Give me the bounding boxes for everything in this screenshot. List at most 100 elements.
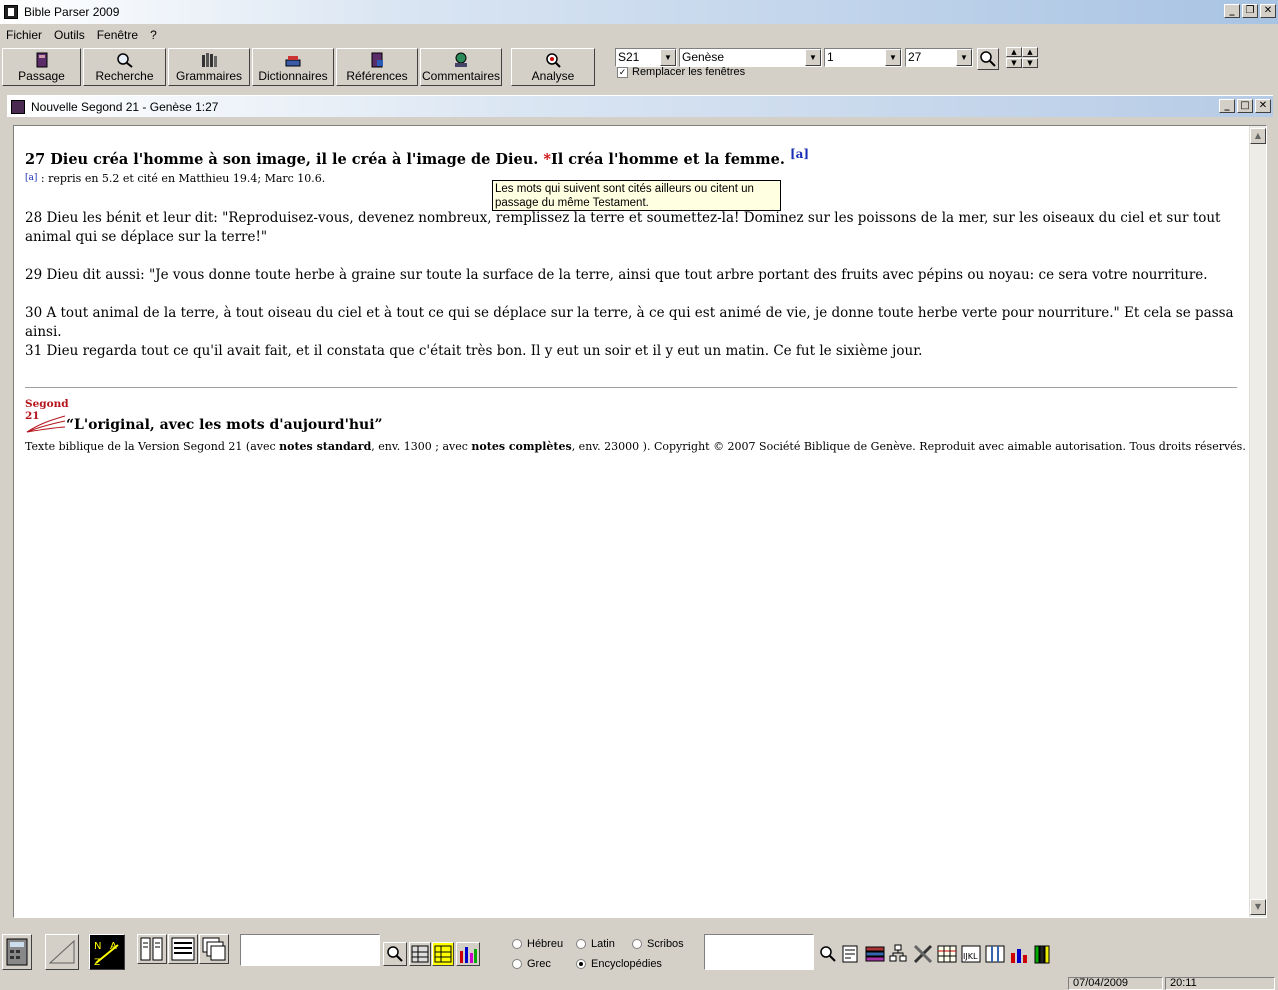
spin-up-left[interactable]: ▲ [1006,47,1022,57]
child-close-button[interactable]: ✕ [1255,99,1271,113]
footnote-link[interactable]: [a] [790,147,809,161]
app-title: Bible Parser 2009 [24,5,120,19]
replace-windows-checkbox[interactable]: ✓ [617,66,628,78]
radio-grec-dot[interactable] [512,959,522,969]
spin-down-right[interactable]: ▼ [1022,58,1038,68]
grid-tool-button[interactable] [409,942,431,966]
child-maximize-button[interactable]: □ [1237,99,1253,113]
calculator-button[interactable] [2,934,32,970]
radio-scribos-dot[interactable] [632,939,642,949]
dictionnaires-button[interactable]: Dictionnaires [252,48,334,86]
copyright-part-3: , env. 1300 ; avec [371,440,472,453]
logo-text: Segond [25,398,69,410]
menu-help[interactable]: ? [144,28,163,42]
commentary-icon [455,52,467,67]
document-tool-button[interactable] [841,943,861,965]
sort-icon: N AZ [94,941,119,968]
tools-button[interactable] [912,943,933,965]
grid-yellow-icon [434,945,452,963]
statistics-button[interactable] [456,942,480,966]
copyright-part-5: , env. 23000 ). Copyright © 2007 Société… [571,440,1246,453]
spin-up-right[interactable]: ▲ [1022,47,1038,57]
radio-encyclopedies[interactable]: Encyclopédies [576,958,662,970]
menu-fichier[interactable]: Fichier [0,28,48,42]
dictionnaires-label: Dictionnaires [258,69,328,83]
recherche-label: Recherche [95,69,154,83]
version-select[interactable]: S21 ▼ [615,48,677,67]
chevron-down-icon[interactable]: ▼ [885,49,901,66]
chevron-down-icon[interactable]: ▼ [660,49,676,66]
vertical-scrollbar[interactable]: ▲ ▼ [1249,126,1266,917]
footnote-ref[interactable]: [a] [25,173,37,183]
search-input[interactable] [240,934,380,966]
verse-28: 28 Dieu les bénit et leur dit: "Reprodui… [25,210,1221,245]
spin-down-left[interactable]: ▼ [1006,58,1022,68]
table-button[interactable] [936,943,957,965]
status-date: 07/04/2009 [1068,977,1163,990]
passage-view[interactable]: 27 Dieu créa l'homme à son image, il le … [13,125,1267,918]
books-stack-icon [865,946,885,962]
minimize-button[interactable]: _ [1224,4,1240,18]
app-title-bar: Bible Parser 2009 _ ❐ ✕ [0,0,1278,24]
bottom-toolbar: NAZ Hébreu Latin Scribos Grec Encyclopéd… [0,930,1278,974]
passage-button[interactable]: Passage [2,48,81,86]
svg-text:N: N [94,941,101,952]
layout-cascade-button[interactable] [199,934,229,964]
radio-grec[interactable]: Grec [512,958,551,970]
sort-button[interactable]: NAZ [89,934,125,970]
menu-fenetre[interactable]: Fenêtre [91,28,144,42]
go-button[interactable] [977,48,999,70]
radio-scribos[interactable]: Scribos [632,938,684,950]
child-minimize-button[interactable]: _ [1219,99,1235,113]
radio-latin-dot[interactable] [576,939,586,949]
encyclopedia-search-button[interactable] [818,943,838,965]
chart-button[interactable] [1008,943,1028,965]
library-button[interactable] [864,943,885,965]
radio-latin[interactable]: Latin [576,938,615,950]
document-icon [842,945,858,963]
svg-text:IJKL: IJKL [963,952,978,961]
svg-text:Z: Z [94,958,100,968]
recherche-button[interactable]: Recherche [83,48,166,86]
grammaires-button[interactable]: Grammaires [168,48,250,86]
columns-view-icon [985,945,1005,963]
replace-windows-option[interactable]: ✓ Remplacer les fenêtres [617,66,745,78]
radio-hebreu[interactable]: Hébreu [512,938,563,950]
analyse-label: Analyse [531,69,575,83]
verse-30: 30 A tout animal de la terre, à tout ois… [25,305,1234,340]
bookshelf-button[interactable] [1032,943,1052,965]
scroll-down-button[interactable]: ▼ [1250,899,1266,915]
verse-select[interactable]: 27 ▼ [905,48,973,67]
close-button[interactable]: ✕ [1260,4,1276,18]
verse-29: 29 Dieu dit aussi: "Je vous donne toute … [25,267,1208,283]
encyclopedia-search-input[interactable] [704,934,814,970]
chevron-down-icon[interactable]: ▼ [805,49,821,66]
citation-marker[interactable]: * [543,151,551,168]
commentaires-button[interactable]: Commentaires [420,48,502,86]
copyright-part-2: notes standard [279,440,372,453]
tree-button[interactable] [888,943,908,965]
radio-encyclopedies-dot[interactable] [576,959,586,969]
app-icon [4,5,18,19]
highlight-button[interactable] [432,942,454,966]
columns-icon [140,937,163,961]
rows-icon [171,937,195,961]
layout-columns-button[interactable] [137,934,167,964]
references-button[interactable]: Références [336,48,418,86]
wordlist-button[interactable]: IJKL [960,943,981,965]
quick-search-button[interactable] [383,942,407,966]
scroll-up-button[interactable]: ▲ [1250,128,1266,144]
segond21-logo: Segond 21 [25,398,69,433]
book-select[interactable]: Genèse ▼ [679,48,822,67]
passage-label: Passage [18,69,65,83]
menu-outils[interactable]: Outils [48,28,91,42]
chevron-down-icon[interactable]: ▼ [956,49,972,66]
layout-rows-button[interactable] [168,934,198,964]
analyse-button[interactable]: Analyse [511,48,595,86]
ruler-button[interactable] [45,934,79,970]
columns-view-button[interactable] [984,943,1005,965]
chapter-select[interactable]: 1 ▼ [824,48,902,67]
radio-hebreu-dot[interactable] [512,939,522,949]
restore-button[interactable]: ❐ [1242,4,1258,18]
tree-icon [889,944,907,962]
